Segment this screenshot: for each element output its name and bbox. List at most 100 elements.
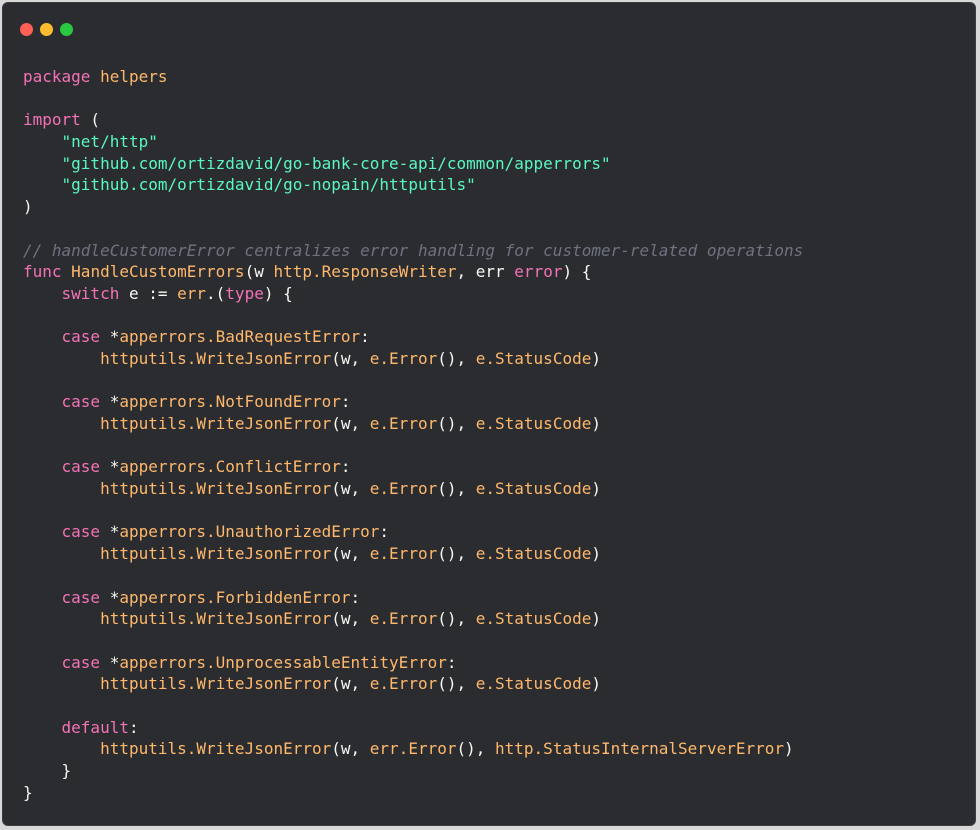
code-token-plain: ) { <box>562 262 592 282</box>
code-token-plain: ) <box>591 479 601 499</box>
code-token-keyword: case <box>61 587 101 607</box>
code-token-ident: HandleCustomErrors <box>71 262 245 282</box>
code-token-ident: helpers <box>100 67 168 86</box>
code-token-ident: apperrors.NotFoundError <box>119 392 341 412</box>
code-token-ident: apperrors.UnprocessableEntityError <box>119 652 447 672</box>
code-line: switch e := err.(type) { <box>23 283 803 305</box>
code-token-ident: apperrors.ConflictError <box>119 457 341 477</box>
code-token-ident: e.Error <box>369 479 438 499</box>
minimize-button[interactable] <box>40 23 53 36</box>
code-line: httputils.WriteJsonError(w, e.Error(), e… <box>23 673 803 695</box>
code-token-plain: (), <box>437 544 476 564</box>
code-token-keyword: error <box>514 262 563 282</box>
code-token-plain: } <box>23 782 33 802</box>
code-token-keyword: type <box>225 283 264 303</box>
code-token-keyword: switch <box>61 283 120 303</box>
code-token-plain: } <box>23 761 72 780</box>
code-token-plain: ) <box>591 674 601 694</box>
code-token-ident: e.Error <box>369 674 438 694</box>
code-line: case *apperrors.UnprocessableEntityError… <box>23 652 803 674</box>
code-token-plain: * <box>100 587 120 607</box>
code-token-plain: * <box>100 392 120 412</box>
code-token-plain: ) <box>23 197 33 217</box>
code-token-string: "net/http" <box>61 132 158 152</box>
code-token-ident: e.StatusCode <box>475 414 592 433</box>
code-line: import ( <box>23 109 803 131</box>
close-button[interactable] <box>20 23 33 36</box>
code-token-ident: err <box>177 283 207 303</box>
code-token-string: "github.com/ortizdavid/go-bank-core-api/… <box>61 153 611 173</box>
code-line: httputils.WriteJsonError(w, err.Error(),… <box>23 738 803 760</box>
code-token-ident: http.ResponseWriter <box>273 262 457 282</box>
code-token-ident: e.StatusCode <box>475 348 592 368</box>
code-token-plain: : <box>360 327 370 347</box>
code-token-keyword: case <box>61 327 101 347</box>
code-token-ident: httputils.WriteJsonError <box>100 479 332 499</box>
code-token-plain: ) <box>591 609 601 629</box>
code-token-ident: e.StatusCode <box>475 544 592 564</box>
code-token-plain: , err <box>456 262 515 282</box>
code-token-ident: apperrors.ForbiddenError <box>119 587 351 607</box>
code-token-ident: httputils.WriteJsonError <box>100 348 332 368</box>
code-token-ident: e.StatusCode <box>475 674 592 694</box>
code-line: case *apperrors.ConflictError: <box>23 456 803 478</box>
code-line: httputils.WriteJsonError(w, e.Error(), e… <box>23 413 803 435</box>
code-token-plain: : <box>128 717 139 737</box>
code-token-ident: httputils.WriteJsonError <box>100 544 332 564</box>
code-line: httputils.WriteJsonError(w, e.Error(), e… <box>23 348 803 370</box>
code-token-plain: (w <box>244 262 274 282</box>
code-token-ident: httputils.WriteJsonError <box>100 414 332 433</box>
code-token-ident: e.Error <box>369 414 438 433</box>
code-token-plain: : <box>340 457 351 477</box>
code-token-plain: (w, <box>331 674 370 694</box>
code-token-plain: .( <box>206 283 226 303</box>
code-token-ident: httputils.WriteJsonError <box>100 609 332 629</box>
code-token-plain: * <box>100 327 120 347</box>
code-token-plain: : <box>379 522 390 542</box>
code-token-plain: * <box>100 652 120 672</box>
code-token-plain: ) { <box>263 283 293 303</box>
code-token-plain: ( <box>80 110 101 130</box>
code-token-keyword: case <box>61 522 101 542</box>
code-token-plain: ) <box>591 544 601 564</box>
code-line: case *apperrors.ForbiddenError: <box>23 587 803 609</box>
code-token-keyword: case <box>61 392 101 412</box>
maximize-button[interactable] <box>60 23 73 36</box>
code-line: httputils.WriteJsonError(w, e.Error(), e… <box>23 478 803 500</box>
code-line: case *apperrors.BadRequestError: <box>23 326 803 348</box>
code-line: case *apperrors.NotFoundError: <box>23 391 803 413</box>
code-token-plain: (w, <box>331 544 370 564</box>
code-line: package helpers <box>23 66 803 88</box>
code-token-plain: (w, <box>331 479 370 499</box>
code-block: package helpers import ( "net/http" "git… <box>23 66 803 803</box>
code-token-plain: (w, <box>331 414 370 433</box>
code-token-ident: e.StatusCode <box>475 609 592 629</box>
code-token-ident: e.StatusCode <box>475 479 592 499</box>
code-token-plain: * <box>100 522 120 542</box>
